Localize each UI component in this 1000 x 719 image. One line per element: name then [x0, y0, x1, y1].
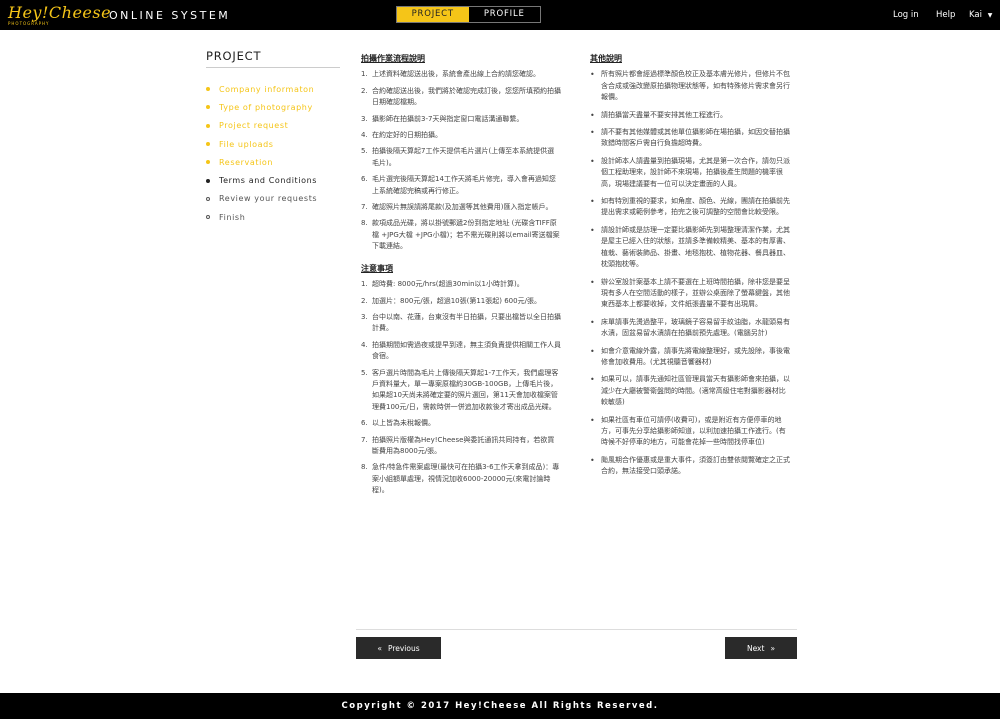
- list-item: 2. 加選片：800元/張，超過10張(第11張起) 600元/張。: [361, 296, 541, 305]
- copyright-text: Copyright © 2017 Hey!Cheese All Rights R…: [341, 701, 659, 711]
- list-item: 1. 超時費: 8000元/hrs(超過30min以1小時計算)。: [361, 280, 524, 289]
- next-label: Next: [746, 643, 765, 653]
- step-file-uploads[interactable]: File uploads: [206, 135, 317, 153]
- list-item: • 設計師本人請盡量到拍攝現場，尤其是第一次合作，請勿只派個工程助理來，設計師不來…: [590, 156, 790, 188]
- sidebar-divider: [206, 67, 340, 68]
- process-list: 1. 上述資料確認送出後，系統會產出線上合約請您確認。 2. 合約確認送出後，我們將…: [361, 69, 561, 252]
- other-heading: 其他說明: [590, 54, 622, 63]
- chevron-right-icon: »: [770, 643, 776, 653]
- brand-logo[interactable]: Hey!Cheese: [8, 3, 111, 22]
- step-dot-icon: [206, 87, 210, 92]
- process-heading: 拍攝作業流程說明: [361, 54, 425, 63]
- tab-project[interactable]: PROJECT: [397, 7, 469, 22]
- step-project-request[interactable]: Project request: [206, 117, 317, 135]
- list-item: • 請不要有其他媒體或其他單位攝影師在場拍攝，如因交替拍攝致錯時間客戶需自行負擔超…: [590, 128, 790, 148]
- step-dot-icon: [206, 160, 210, 165]
- content-divider: [356, 629, 797, 630]
- step-list: Company informaton Type of photography P…: [206, 80, 317, 226]
- step-label: Company informaton: [219, 84, 315, 94]
- step-label: Terms and Conditions: [219, 176, 318, 186]
- step-label: Type of photography: [219, 102, 313, 112]
- step-dot-icon: [206, 123, 210, 128]
- footer: Copyright © 2017 Hey!Cheese All Rights R…: [0, 693, 1000, 719]
- list-item: 7. 拍攝照片版權為Hey!Cheese與委託通訊共同持有，若欲買斷費用為8000…: [361, 435, 555, 455]
- notes-heading: 注意事項: [361, 263, 393, 273]
- step-label: File uploads: [219, 139, 274, 149]
- list-item: • 如果可以，請事先通知社區管理員當天有攝影師會來拍攝，以減少在大廳被警衛盤問的時…: [590, 375, 790, 407]
- list-item: • 如有特別重視的要求，如角度、顏色、光線，團請在拍攝前先提出需求或範例參考，拍完…: [590, 197, 790, 217]
- step-label: Reservation: [219, 157, 274, 167]
- top-navbar: Hey!Cheese PHOTOGRAPHY ONLINE SYSTEM PRO…: [0, 0, 1000, 30]
- step-terms-and-conditions[interactable]: Terms and Conditions: [206, 171, 317, 189]
- list-item: • 辦公室設計案基本上請不要選在上班時間拍攝，除非您是要呈現有多人在空間活動的樣子…: [590, 277, 790, 309]
- step-dot-icon: [206, 178, 210, 183]
- step-dot-icon: [206, 196, 210, 201]
- sidebar-title: PROJECT: [206, 49, 262, 63]
- step-dot-icon: [206, 215, 210, 220]
- list-item: • 請設計師或是訪理一定要比攝影師先到場整理清潔作業，尤其是屋主已經入住的狀態，並…: [590, 225, 790, 269]
- next-button[interactable]: Next »: [725, 637, 797, 659]
- brand-logo-subtitle: PHOTOGRAPHY: [8, 21, 50, 26]
- help-link[interactable]: Help: [936, 10, 955, 20]
- list-item: • 床單請事先燙過整平，玻璃鏡子容易留手紋油脂，水龍頭易有水漬，固盆易留水漬請在拍…: [590, 317, 790, 338]
- user-name: Kai: [969, 10, 982, 20]
- tab-profile[interactable]: PROFILE: [469, 7, 541, 22]
- notes-list: 1. 超時費: 8000元/hrs(超過30min以1小時計算)。 2. 加選片：8…: [361, 279, 561, 497]
- login-link[interactable]: Log in: [893, 10, 919, 20]
- step-label: Project request: [219, 121, 289, 131]
- step-reservation[interactable]: Reservation: [206, 153, 317, 171]
- list-item: 3. 台中以南、花蓮，台東沒有半日拍攝，只要出檔皆以全日拍攝計費。: [361, 312, 561, 333]
- list-item: 4. 拍攝期間如需過夜或提早到達，無主須負責提供相關工作人員食宿。: [361, 340, 561, 361]
- system-name: ONLINE SYSTEM: [109, 9, 231, 22]
- step-dot-icon: [206, 142, 210, 147]
- main-tabs: PROJECT PROFILE: [396, 6, 541, 23]
- step-dot-icon: [206, 105, 210, 110]
- list-item: 6. 毛片選完後隔天算起14工作天將毛片修完，導入會再過知您 上系統確認完稿或再行…: [361, 175, 556, 195]
- chevron-left-icon: «: [377, 643, 382, 653]
- step-company-information[interactable]: Company informaton: [206, 80, 317, 98]
- list-item: • 颱風期合作優惠或是重大事件，須簽訂由雙依閱覽確定之正式合約，無法接受口頭承諾。: [590, 455, 790, 476]
- list-item: • 請拍攝當天盡量不要安排其他工程進行。: [590, 110, 727, 120]
- list-item: 7. 確認照片無誤請將尾款(及加選等其他費用)匯入指定帳戶。: [361, 203, 553, 212]
- terms-right-column: 其他說明 • 所有照片都會經過標準顏色校正及基本膚光修片，但修片不包含合成或強改變…: [590, 53, 790, 484]
- list-item: 2. 合約確認送出後，我們將於確認完成訂後，您您所填預約拍攝日期確認檔期。: [361, 86, 561, 107]
- user-menu[interactable]: Kai ▼: [969, 10, 992, 20]
- chevron-down-icon: ▼: [987, 12, 993, 19]
- step-label: Finish: [219, 212, 246, 222]
- step-type-of-photography[interactable]: Type of photography: [206, 98, 317, 116]
- list-item: 8. 款項成品光碟，將以掛號郵遞2份到指定地址 (光碟含TIFF原檔 +JPG大檔…: [361, 219, 560, 251]
- list-item: 6. 以上皆為未稅報價。: [361, 419, 435, 428]
- list-item: • 所有照片都會經過標準顏色校正及基本膚光修片，但修片不包含合成或強改變原拍攝物理…: [590, 70, 790, 102]
- step-label: Review your requests: [219, 194, 318, 204]
- terms-left-column: 拍攝作業流程說明 1. 上述資料確認送出後，系統會產出線上合約請您確認。 2. 合約…: [361, 53, 561, 502]
- list-item: 4. 在約定好的日期拍攝。: [361, 131, 442, 140]
- previous-button[interactable]: « Previous: [356, 637, 441, 659]
- list-item: 1. 上述資料確認送出後，系統會產出線上合約請您確認。: [361, 70, 540, 79]
- previous-label: Previous: [387, 643, 420, 653]
- list-item: • 如果社區有車位可請停(收費可)，或是附近有方便停車的地方，可事先分享給攝影師知…: [590, 415, 786, 447]
- list-item: 8. 急件/特急件需案處理(最快可在拍攝3-6工作天拿到成品)：專案小組額單處理，…: [361, 463, 560, 495]
- step-finish[interactable]: Finish: [206, 208, 317, 226]
- step-review-your-requests[interactable]: Review your requests: [206, 190, 317, 208]
- list-item: 5. 拍攝後隔天算起7工作天提供毛片選片(上傳至本系統提供選毛片)。: [361, 147, 555, 167]
- list-item: 5. 客戶選片時間為毛片上傳後隔天算起1-7工作天，我們處理客戶資料量大，單一專案…: [361, 368, 559, 411]
- list-item: • 如會介意電線外露，請事先將電線整理好，或先設除，事後電修會加收費用。(尤其視聽…: [590, 346, 790, 366]
- list-item: 3. 攝影師在拍攝前3-7天與指定窗口電話溝通聯繫。: [361, 114, 524, 123]
- other-list: • 所有照片都會經過標準顏色校正及基本膚光修片，但修片不包含合成或強改變原拍攝物理…: [590, 69, 790, 477]
